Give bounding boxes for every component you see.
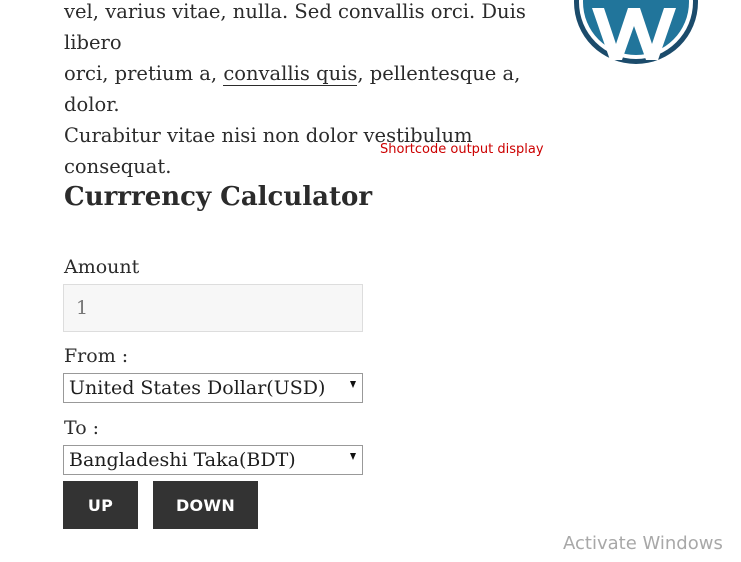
para-line-1: vel, varius vitae, nulla. Sed convallis …	[64, 0, 526, 54]
activate-windows-watermark: Activate Windows	[563, 533, 723, 554]
from-label: From :	[64, 345, 129, 367]
wordpress-logo-icon	[574, 0, 698, 64]
to-currency-value: Bangladeshi Taka(BDT)	[69, 449, 296, 471]
amount-input[interactable]: 1	[63, 284, 363, 332]
to-currency-select[interactable]: Bangladeshi Taka(BDT)	[63, 445, 363, 475]
para-line-2-start: orci, pretium a,	[64, 62, 224, 85]
from-currency-select[interactable]: United States Dollar(USD)	[63, 373, 363, 403]
shortcode-output-note: Shortcode output display	[380, 142, 544, 157]
calculator-title: Currrency Calculator	[64, 182, 373, 212]
down-button[interactable]: DOWN	[153, 481, 258, 529]
to-label: To :	[64, 417, 100, 439]
up-button[interactable]: UP	[63, 481, 138, 529]
convallis-quis-link[interactable]: convallis quis	[223, 62, 358, 86]
dropdown-arrow-icon	[350, 381, 356, 388]
para-line-4: consequat.	[64, 155, 172, 178]
dropdown-arrow-icon	[350, 453, 356, 460]
amount-label: Amount	[64, 256, 140, 278]
amount-value: 1	[76, 297, 89, 319]
from-currency-value: United States Dollar(USD)	[69, 377, 326, 399]
